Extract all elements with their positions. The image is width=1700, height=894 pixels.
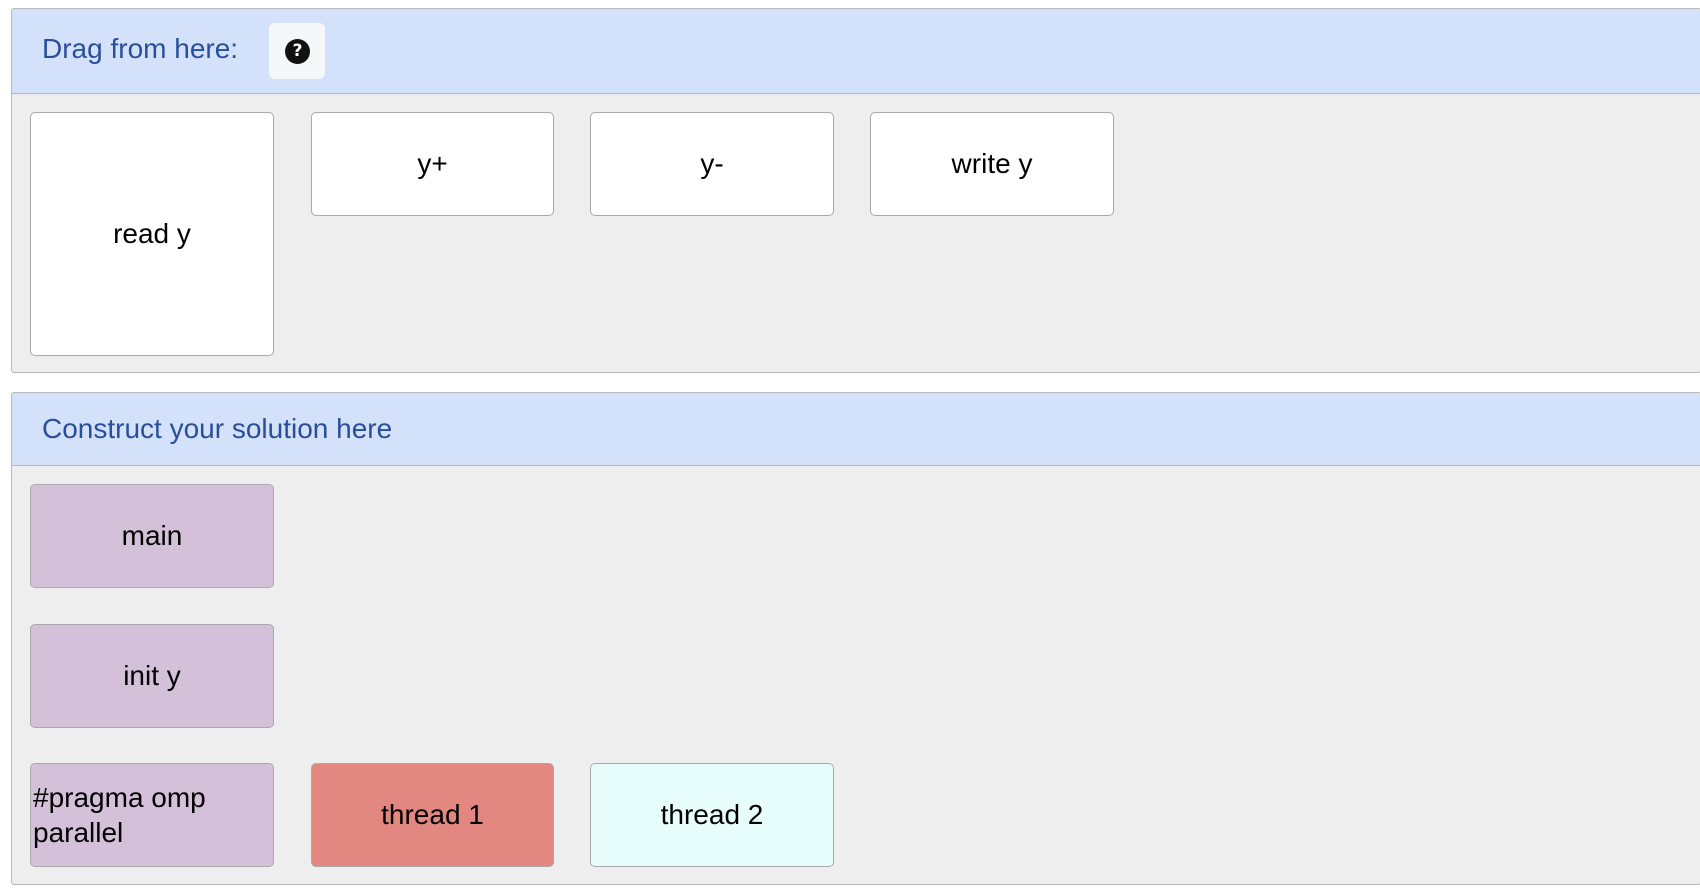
block-read-y[interactable]: read y [30,112,274,356]
block-pragma-omp-parallel[interactable]: #pragma omp parallel [30,763,274,867]
source-panel: Drag from here: ? read y y+ y- write y [11,8,1700,373]
block-thread-1[interactable]: thread 1 [311,763,554,867]
solution-panel-header: Construct your solution here [12,393,1700,466]
help-button[interactable]: ? [269,23,325,79]
block-y-plus[interactable]: y+ [311,112,554,216]
solution-panel-title: Construct your solution here [42,413,393,444]
question-circle-icon: ? [285,39,310,64]
source-panel-title: Drag from here: [42,33,239,64]
source-panel-header: Drag from here: ? [12,9,1700,94]
block-thread-2[interactable]: thread 2 [590,763,834,867]
block-init-y[interactable]: init y [30,624,274,728]
solution-panel: Construct your solution here main init y… [11,392,1700,885]
block-y-minus[interactable]: y- [590,112,834,216]
block-write-y[interactable]: write y [870,112,1114,216]
block-main[interactable]: main [30,484,274,588]
